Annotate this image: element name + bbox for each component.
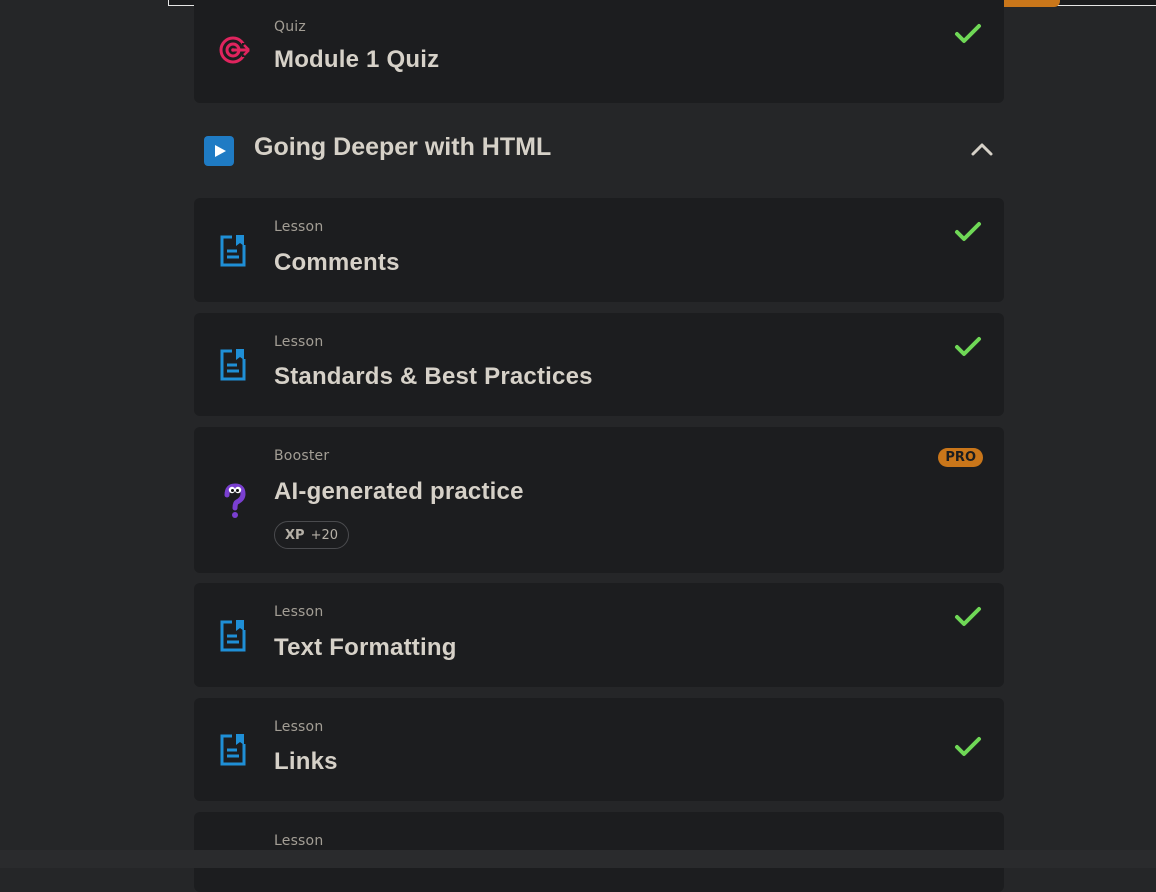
lesson-doc-icon [218,234,248,272]
lesson-doc-icon [218,733,248,771]
xp-value: +20 [310,527,338,543]
completed-check-icon [954,736,982,762]
list-item-lesson[interactable]: Lesson Text Formatting [194,583,1004,687]
list-item-lesson[interactable]: Lesson Links [194,698,1004,801]
list-item-booster[interactable]: Booster AI-generated practice PRO XP +20 [194,427,1004,573]
item-title: Comments [274,249,400,276]
xp-reward-chip: XP +20 [274,521,349,549]
lesson-doc-icon [218,348,248,386]
item-type-label: Booster [274,448,330,464]
section-title: Going Deeper with HTML [254,133,552,161]
section-header[interactable]: Going Deeper with HTML [194,118,1004,180]
pro-badge: PRO [938,448,983,467]
chevron-up-icon[interactable] [970,140,994,162]
item-type-label: Quiz [274,19,306,35]
bottom-scroll-shadow [0,850,1156,868]
list-item-lesson[interactable]: Lesson Comments [194,198,1004,302]
completed-check-icon [954,606,982,632]
completed-check-icon [954,336,982,362]
item-type-label: Lesson [274,604,324,620]
question-mascot-icon [222,483,248,525]
item-type-label: Lesson [274,719,324,735]
item-title: Standards & Best Practices [274,363,593,390]
item-type-label: Lesson [274,833,324,849]
item-title: Module 1 Quiz [274,46,440,73]
item-type-label: Lesson [274,334,324,350]
list-item-quiz[interactable]: Quiz Module 1 Quiz [194,0,1004,103]
list-item-lesson[interactable]: Lesson Standards & Best Practices [194,313,1004,416]
xp-label: XP [285,527,305,543]
item-title: Text Formatting [274,634,457,661]
item-title: Links [274,748,338,775]
completed-check-icon [954,221,982,247]
lesson-doc-icon [218,619,248,657]
play-icon [204,136,234,166]
item-type-label: Lesson [274,219,324,235]
completed-check-icon [954,23,982,49]
item-title: AI-generated practice [274,478,524,505]
target-icon [218,34,250,70]
